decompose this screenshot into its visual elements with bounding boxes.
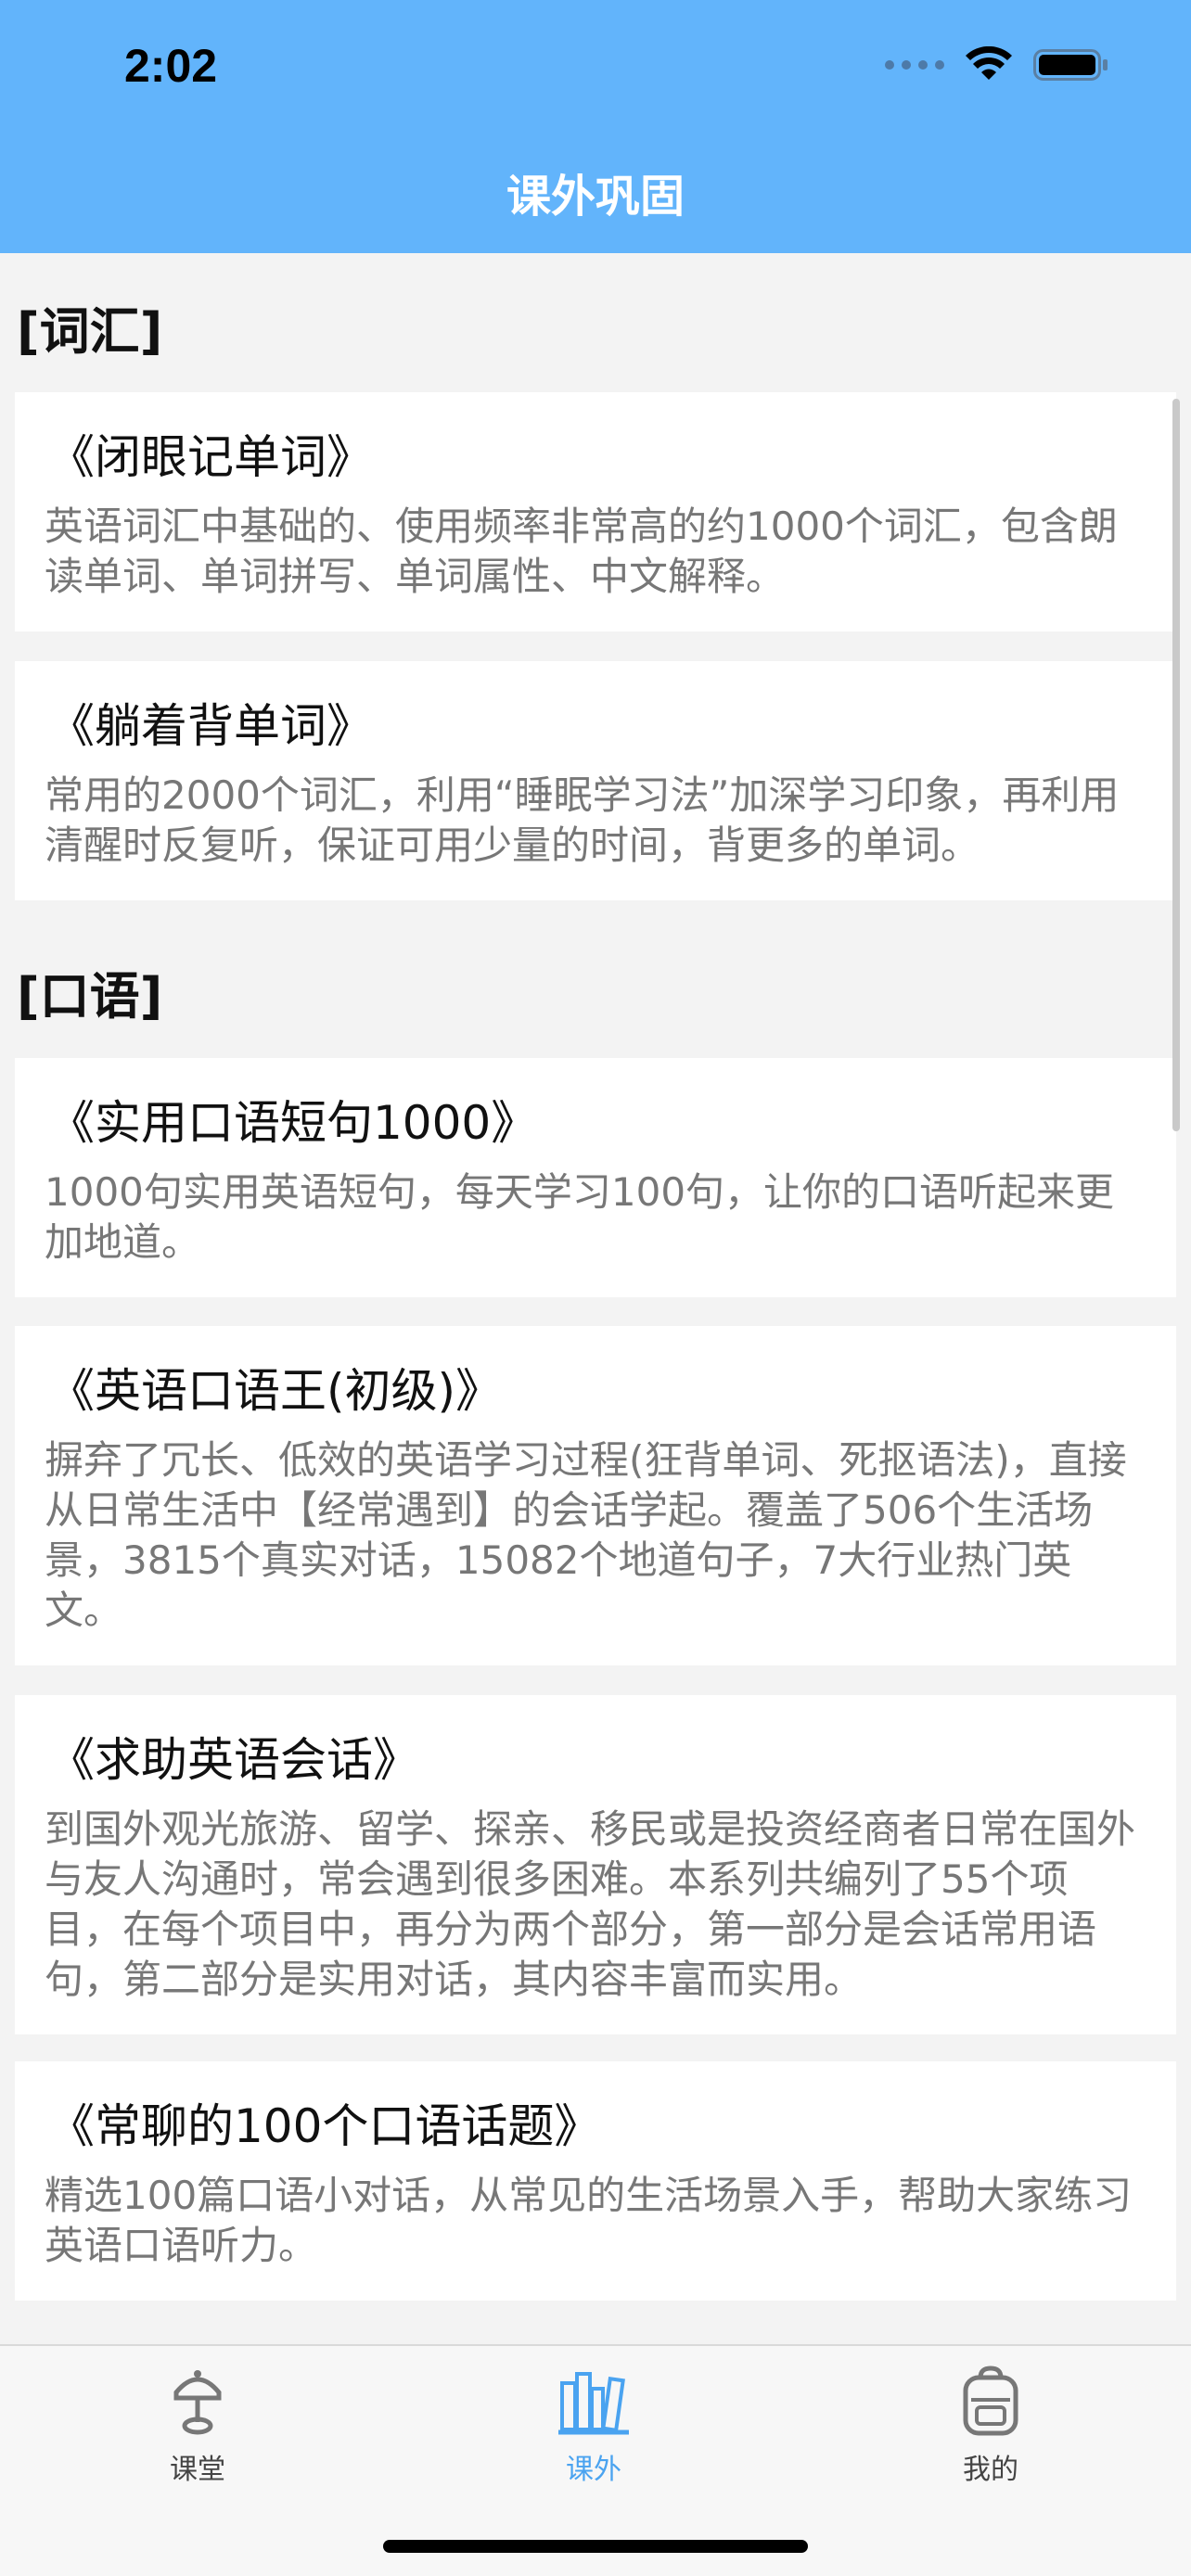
page-title: 课外巩固 — [506, 171, 685, 223]
course-card-vocab-1[interactable]: 《闭眼记单词》 英语词汇中基础的、使用频率非常高的约1000个词汇，包含朗读单词… — [15, 392, 1176, 631]
course-description: 英语词汇中基础的、使用频率非常高的约1000个词汇，包含朗读单词、单词拼写、单词… — [45, 504, 1118, 599]
course-title: 《常聊的100个口语话题》 — [48, 2099, 601, 2153]
course-description: 到国外观光旅游、留学、探亲、移民或是投资经商者日常在国外与友人沟通时，常会遇到很… — [45, 1806, 1136, 2002]
section-title-speaking: [口语] — [17, 967, 163, 1026]
course-card-speaking-4[interactable]: 《常聊的100个口语话题》 精选100篇口语小对话，从常见的生活场景入手，帮助大… — [15, 2061, 1176, 2301]
course-card-vocab-2[interactable]: 《躺着背单词》 常用的2000个词汇，利用“睡眠学习法”加深学习印象，再利用清醒… — [15, 661, 1176, 900]
tab-extracurricular[interactable]: 课外 — [501, 2365, 686, 2487]
battery-icon — [1033, 49, 1108, 81]
course-description: 精选100篇口语小对话，从常见的生活场景入手，帮助大家练习英语口语听力。 — [45, 2173, 1133, 2268]
section-title-vocabulary: [词汇] — [17, 302, 163, 361]
course-title: 《实用口语短句1000》 — [48, 1096, 538, 1150]
signal-icon — [885, 60, 944, 70]
course-card-speaking-2[interactable]: 《英语口语王(初级)》 摒弃了冗长、低效的英语学习过程(狂背单词、死抠语法)，直… — [15, 1326, 1176, 1665]
home-indicator[interactable] — [383, 2540, 808, 2553]
nav-header: 2:02 课外巩固 — [0, 0, 1191, 253]
course-title: 《闭眼记单词》 — [48, 430, 373, 484]
scrollbar[interactable] — [1172, 399, 1180, 1131]
status-icons — [885, 46, 1109, 83]
backpack-icon — [963, 2366, 1018, 2436]
course-title: 《求助英语会话》 — [48, 1733, 419, 1787]
course-description: 摒弃了冗长、低效的英语学习过程(狂背单词、死抠语法)，直接从日常生活中【经常遇到… — [45, 1437, 1127, 1633]
course-description: 1000句实用英语短句，每天学习100句，让你的口语听起来更加地道。 — [45, 1169, 1115, 1265]
status-time: 2:02 — [124, 40, 218, 92]
books-icon — [558, 2372, 629, 2435]
course-title: 《英语口语王(初级)》 — [48, 1364, 503, 1418]
lamp-icon — [173, 2370, 222, 2435]
course-card-speaking-1[interactable]: 《实用口语短句1000》 1000句实用英语短句，每天学习100句，让你的口语听… — [15, 1058, 1176, 1297]
content-list[interactable]: [词汇] 《闭眼记单词》 英语词汇中基础的、使用频率非常高的约1000个词汇，包… — [0, 253, 1191, 2344]
course-description: 常用的2000个词汇，利用“睡眠学习法”加深学习印象，再利用清醒时反复听，保证可… — [45, 772, 1120, 868]
tab-label: 课外 — [566, 2454, 621, 2486]
wifi-icon — [966, 46, 1012, 80]
tab-mine[interactable]: 我的 — [898, 2365, 1083, 2487]
course-title: 《躺着背单词》 — [48, 699, 373, 753]
tab-label: 我的 — [963, 2454, 1018, 2486]
tab-label: 课堂 — [170, 2454, 225, 2486]
tab-classroom[interactable]: 课堂 — [105, 2365, 290, 2487]
course-card-speaking-3[interactable]: 《求助英语会话》 到国外观光旅游、留学、探亲、移民或是投资经商者日常在国外与友人… — [15, 1695, 1176, 2034]
